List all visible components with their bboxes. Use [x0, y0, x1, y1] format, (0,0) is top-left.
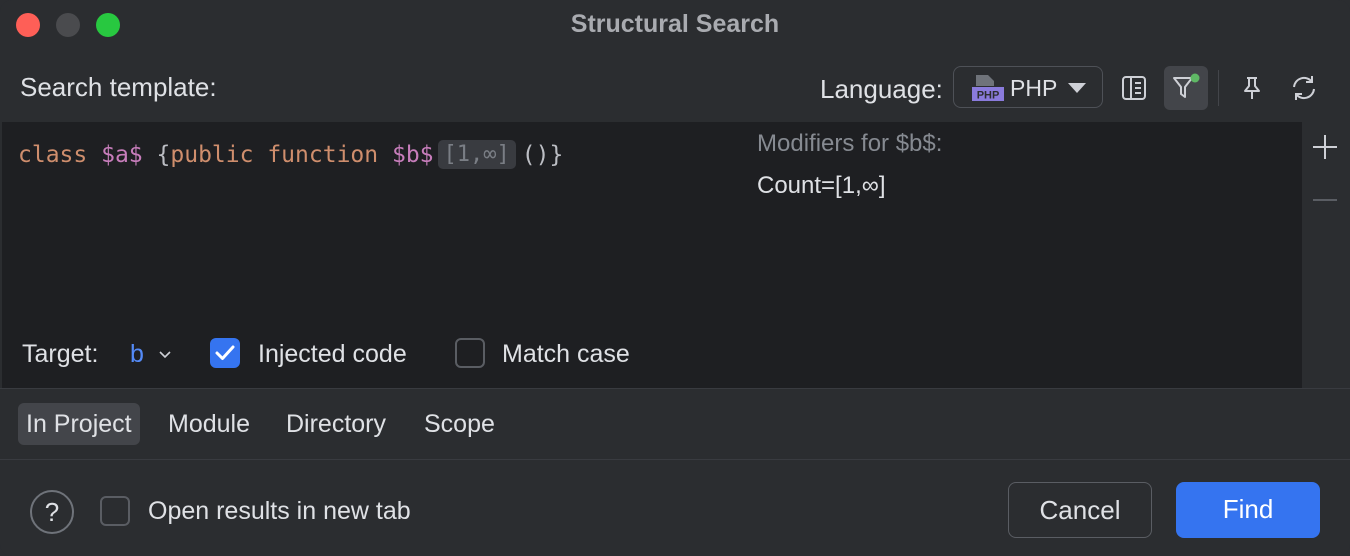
- code-tail: ()}: [521, 141, 564, 168]
- target-select[interactable]: b: [130, 340, 144, 369]
- tab-directory[interactable]: Directory: [278, 403, 394, 445]
- minus-icon[interactable]: [1310, 198, 1340, 202]
- match-case-label[interactable]: Match case: [502, 340, 630, 369]
- match-case-checkbox[interactable]: [455, 338, 485, 368]
- plus-icon[interactable]: [1310, 132, 1340, 162]
- dialog-footer: ? Open results in new tab Cancel Find: [0, 460, 1350, 556]
- toggle-layout-button[interactable]: [1112, 66, 1156, 110]
- open-new-tab-label[interactable]: Open results in new tab: [148, 497, 411, 526]
- open-new-tab-checkbox[interactable]: [100, 496, 130, 526]
- structural-search-dialog: Structural Search Search template: Langu…: [0, 0, 1350, 556]
- help-button[interactable]: ?: [30, 490, 74, 534]
- code-brace-open: {: [156, 141, 171, 168]
- checkmark-icon: [215, 345, 235, 360]
- language-label: Language:: [820, 74, 943, 104]
- scope-tabs: In Project Module Directory Scope: [0, 388, 1350, 460]
- php-file-icon: PHP: [972, 75, 1004, 102]
- language-select[interactable]: PHP PHP: [953, 66, 1103, 108]
- window-title: Structural Search: [570, 10, 780, 38]
- code-variable-a: $a$: [101, 141, 143, 168]
- search-template-editor[interactable]: class $a$ {public function $b$ [1,∞]()} M…: [2, 122, 1302, 388]
- svg-text:PHP: PHP: [977, 90, 1000, 102]
- chevron-down-icon: [1068, 83, 1086, 93]
- filter-button[interactable]: [1164, 66, 1208, 110]
- cancel-button[interactable]: Cancel: [1008, 482, 1152, 538]
- template-toolbar: Search template: Language: PHP PHP: [0, 52, 1350, 122]
- refresh-button[interactable]: [1282, 66, 1326, 110]
- chevron-down-icon[interactable]: [159, 349, 171, 361]
- injected-code-checkbox[interactable]: [210, 338, 240, 368]
- modifiers-title: Modifiers for $b$:: [757, 130, 943, 157]
- search-template-label: Search template:: [20, 72, 217, 102]
- toolbar-divider: [1218, 70, 1219, 106]
- code-keyword-class: class: [18, 141, 88, 168]
- find-button[interactable]: Find: [1176, 482, 1320, 538]
- pin-button[interactable]: [1230, 66, 1274, 110]
- language-value: PHP: [1010, 75, 1058, 101]
- code-keyword-public: public: [170, 141, 254, 168]
- count-modifier-chip[interactable]: [1,∞]: [437, 140, 516, 169]
- title-bar: Structural Search: [0, 0, 1350, 52]
- pin-icon: [1244, 77, 1260, 99]
- modifiers-value: Count=[1,∞]: [757, 172, 886, 199]
- code-keyword-function: function: [267, 141, 379, 168]
- code-variable-b[interactable]: $b$: [392, 142, 434, 168]
- tab-in-project[interactable]: In Project: [18, 403, 140, 445]
- refresh-icon: [1293, 76, 1315, 100]
- injected-code-label[interactable]: Injected code: [258, 340, 407, 369]
- tab-module[interactable]: Module: [160, 403, 258, 445]
- filter-icon: [1173, 73, 1200, 98]
- target-label: Target:: [22, 340, 99, 368]
- tab-scope[interactable]: Scope: [416, 403, 503, 445]
- template-code[interactable]: class $a$ {public function $b$ [1,∞]()}: [18, 140, 563, 169]
- layout-icon: [1122, 76, 1146, 100]
